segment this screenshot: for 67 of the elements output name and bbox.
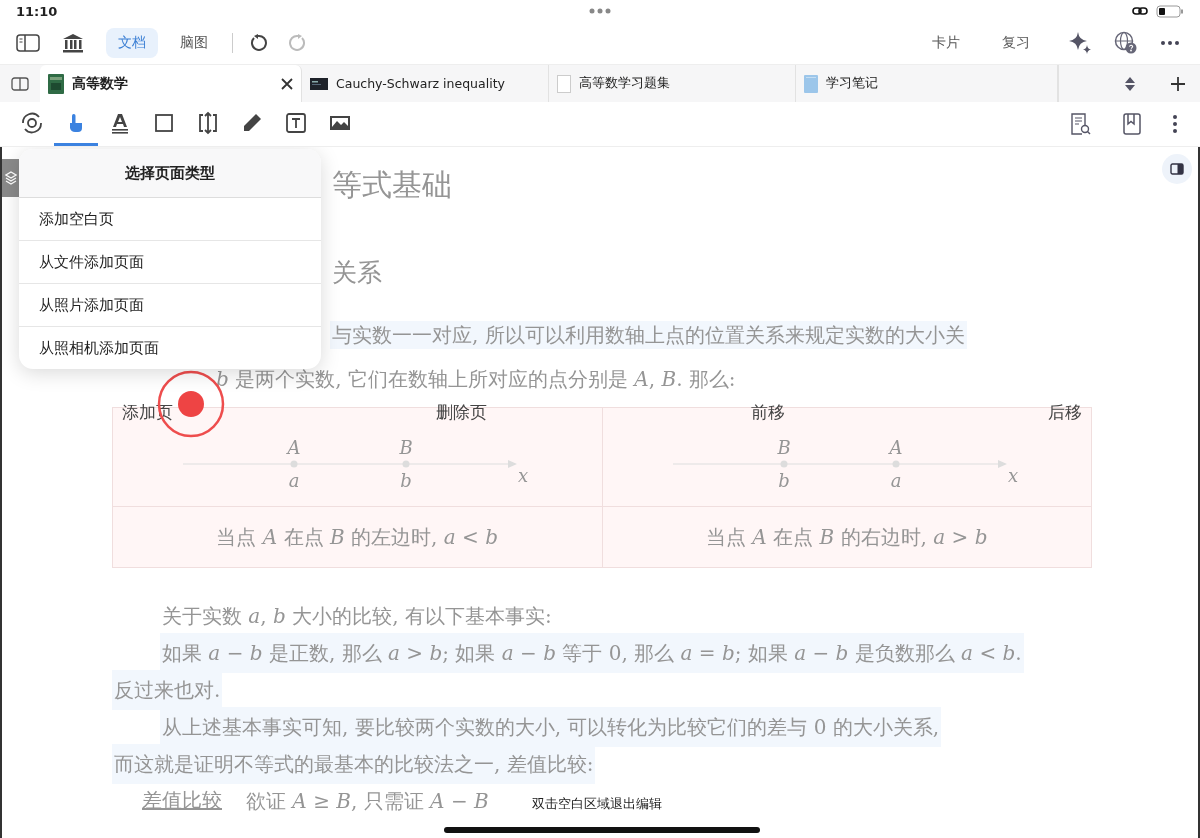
point-label: a — [288, 470, 300, 491]
layers-icon — [4, 171, 17, 185]
paragraph-line: 欲证 A ≥ B, 只需证 A − B — [245, 787, 490, 815]
point-label: A — [287, 437, 301, 458]
close-icon[interactable] — [281, 77, 293, 90]
term-label: 差值比较 — [142, 787, 222, 814]
panel-toggle-button[interactable] — [1162, 154, 1192, 184]
menu-title: 选择页面类型 — [19, 149, 321, 198]
page-action-button[interactable]: 删除页 — [436, 397, 488, 428]
sidebar-icon[interactable] — [16, 34, 40, 52]
more-vertical-icon[interactable] — [1172, 114, 1178, 134]
menu-item[interactable]: 添加空白页 — [19, 198, 321, 241]
axis-label: x — [518, 465, 529, 486]
video-thumbnail-icon — [310, 77, 328, 90]
toolbar-button[interactable]: 卡片 — [928, 30, 964, 56]
panel-icon — [1170, 163, 1184, 175]
bookmark-icon[interactable] — [1122, 113, 1142, 135]
rotate-icon — [20, 110, 44, 135]
notebook-icon — [804, 74, 818, 93]
toolbar-button[interactable]: 复习 — [998, 30, 1034, 56]
book-cover-icon — [48, 73, 64, 94]
document-heading: 等式基础 — [332, 166, 453, 204]
document-tab[interactable]: 高等数学习题集 — [549, 65, 796, 102]
menu-item[interactable]: 从照相机添加页面 — [19, 327, 321, 369]
view-tab[interactable]: 脑图 — [168, 28, 220, 58]
textbox-icon — [284, 110, 308, 135]
menu-item[interactable]: 从照片添加页面 — [19, 284, 321, 327]
point-marker — [780, 460, 787, 468]
library-icon[interactable] — [62, 33, 84, 53]
layers-button[interactable] — [2, 159, 19, 197]
point-marker — [892, 460, 899, 468]
page-action-button[interactable]: 前移 — [750, 397, 785, 428]
undo-icon[interactable] — [249, 34, 267, 52]
status-time: 11:10 — [16, 3, 58, 19]
section-heading: 关系 — [332, 257, 383, 289]
paragraph-line: 关于实数 a, b 大小的比较, 有以下基本事实: — [161, 602, 553, 630]
link-icon — [1132, 6, 1148, 16]
document-tab[interactable]: 学习笔记 — [796, 65, 1058, 102]
point-marker — [290, 460, 298, 468]
figure-caption: 当点 A 在点 B 的左边时, a < b — [216, 523, 498, 551]
view-tab[interactable]: 文档 — [106, 28, 158, 58]
more-icon[interactable] — [1160, 40, 1180, 46]
document-search-icon[interactable] — [1070, 112, 1092, 136]
axis-label: x — [1007, 465, 1018, 486]
point-label: B — [776, 437, 791, 458]
figure-caption: 当点 A 在点 B 的右边时, a > b — [705, 523, 988, 551]
point-label: a — [890, 470, 901, 491]
point-label: B — [399, 437, 413, 458]
web-help-icon[interactable] — [1114, 31, 1138, 55]
battery-icon — [1156, 4, 1184, 18]
blank-page-icon — [557, 74, 571, 93]
add-tab-icon[interactable] — [1170, 75, 1186, 92]
sort-icon[interactable] — [1124, 75, 1136, 92]
point-label: b — [777, 470, 790, 491]
sparkle-icon[interactable] — [1068, 31, 1092, 55]
touch-overlay — [156, 369, 226, 439]
document-tab[interactable]: 高等数学 — [40, 65, 302, 102]
paragraph-line: b 是两个实数, 它们在数轴上所对应的点分别是 A, B. 那么: — [215, 366, 737, 393]
point-label: A — [889, 437, 902, 458]
menu-item[interactable]: 从文件添加页面 — [19, 241, 321, 284]
point-marker — [402, 460, 410, 468]
resize-icon — [196, 110, 220, 135]
dots-icon[interactable] — [589, 8, 611, 14]
point-label: b — [400, 470, 412, 491]
split-view-icon[interactable] — [11, 76, 29, 91]
page-action-button[interactable]: 后移 — [1048, 397, 1082, 428]
document-tab[interactable]: Cauchy-Schwarz inequality — [302, 65, 549, 102]
